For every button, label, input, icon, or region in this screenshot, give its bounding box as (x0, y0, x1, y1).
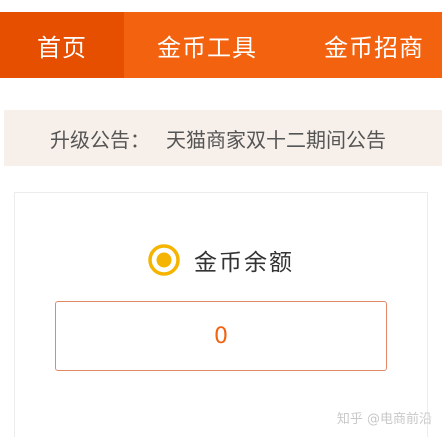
coin-icon (148, 244, 180, 276)
top-nav: 首页 金币工具 金币招商 (0, 12, 442, 78)
balance-title-row: 金币余额 (15, 243, 427, 277)
notice-bar: 升级公告： 天猫商家双十二期间公告 (4, 110, 442, 166)
notice-label: 升级公告： (50, 127, 150, 152)
tab-coin-tools[interactable]: 金币工具 (124, 12, 290, 78)
watermark: 知乎 @电商前沿 (336, 412, 432, 427)
balance-value: 0 (214, 323, 228, 349)
notice-text[interactable]: 天猫商家双十二期间公告 (166, 124, 386, 153)
balance-card: 金币余额 0 (14, 192, 428, 437)
tab-coin-merchants[interactable]: 金币招商 (290, 12, 442, 78)
balance-value-box: 0 (55, 301, 387, 371)
tab-home[interactable]: 首页 (0, 12, 124, 78)
balance-title: 金币余额 (194, 250, 294, 276)
